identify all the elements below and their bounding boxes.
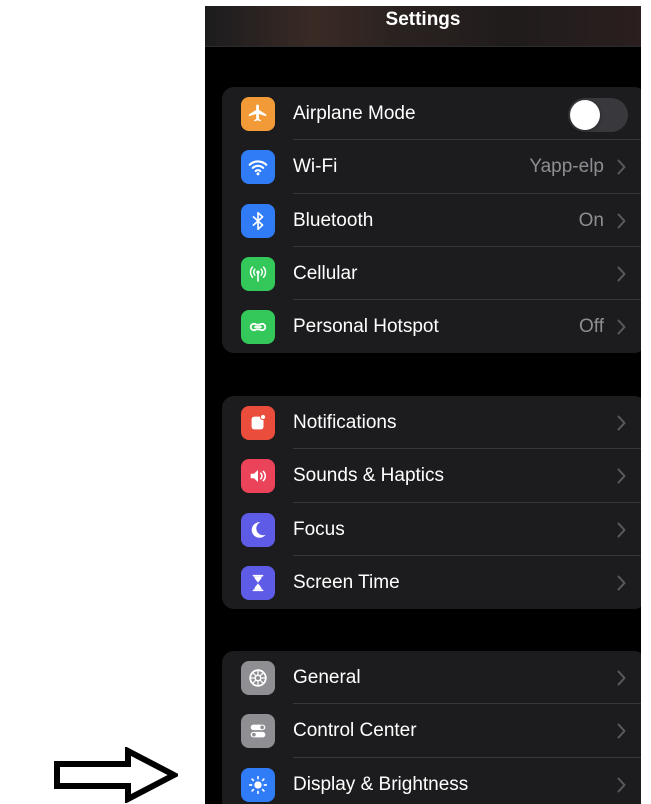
chevron-right-icon <box>617 159 626 175</box>
page-title: Settings <box>385 9 461 30</box>
sun-icon <box>241 767 275 802</box>
settings-row-screen-time[interactable]: Screen Time <box>222 556 641 609</box>
chevron-right-icon <box>617 777 626 793</box>
settings-row-general[interactable]: General <box>222 651 641 705</box>
settings-row-display-brightness[interactable]: Display & Brightness <box>222 758 641 804</box>
hourglass-icon <box>241 565 275 600</box>
connectivity-group: Airplane Mode Wi-Fi Yapp-elp Bluetooth O… <box>222 87 641 353</box>
settings-row-notifications[interactable]: Notifications <box>222 396 641 450</box>
bluetooth-status-value: On <box>578 209 604 231</box>
settings-row-control-center[interactable]: Control Center <box>222 704 641 758</box>
row-label: Display & Brightness <box>293 773 469 795</box>
settings-screen: Settings Airplane Mode Wi-Fi Yapp-elp Bl… <box>205 6 641 804</box>
chevron-right-icon <box>617 670 626 686</box>
row-label: Screen Time <box>293 571 400 593</box>
bluetooth-icon <box>241 203 275 238</box>
hotspot-status-value: Off <box>579 316 604 338</box>
notifications-group: Notifications Sounds & Haptics Focus Scr… <box>222 396 641 609</box>
cellular-icon <box>241 256 275 291</box>
wifi-icon <box>241 150 275 185</box>
row-label: Personal Hotspot <box>293 316 439 338</box>
settings-row-airplane-mode[interactable]: Airplane Mode <box>222 87 641 141</box>
chevron-right-icon <box>617 213 626 229</box>
sounds-icon <box>241 459 275 494</box>
toggles-icon <box>241 714 275 749</box>
chevron-right-icon <box>617 723 626 739</box>
settings-row-cellular[interactable]: Cellular <box>222 247 641 301</box>
settings-row-personal-hotspot[interactable]: Personal Hotspot Off <box>222 300 641 353</box>
settings-row-sounds-haptics[interactable]: Sounds & Haptics <box>222 449 641 503</box>
row-label: Focus <box>293 518 345 540</box>
gear-icon <box>241 661 275 695</box>
navigation-bar: Settings <box>205 6 641 47</box>
left-blank-area <box>0 0 205 804</box>
toggle-knob <box>570 100 600 130</box>
chevron-right-icon <box>617 522 626 538</box>
row-label: Sounds & Haptics <box>293 465 445 487</box>
general-group: General Control Center Display & Brightn… <box>222 651 641 804</box>
row-label: Airplane Mode <box>293 103 416 124</box>
settings-row-bluetooth[interactable]: Bluetooth On <box>222 194 641 247</box>
wifi-network-value: Yapp-elp <box>529 156 604 178</box>
settings-row-focus[interactable]: Focus <box>222 503 641 556</box>
chevron-right-icon <box>617 575 626 591</box>
settings-row-wifi[interactable]: Wi-Fi Yapp-elp <box>222 140 641 194</box>
row-label: General <box>293 667 361 688</box>
chevron-right-icon <box>617 266 626 282</box>
chevron-right-icon <box>617 415 626 431</box>
row-label: Wi-Fi <box>293 156 338 178</box>
row-label: Bluetooth <box>293 209 374 231</box>
airplane-mode-toggle[interactable] <box>568 98 628 132</box>
chevron-right-icon <box>617 468 626 484</box>
airplane-icon <box>241 97 275 131</box>
row-label: Cellular <box>293 262 358 284</box>
right-margin <box>641 0 651 804</box>
row-label: Control Center <box>293 720 417 742</box>
moon-icon <box>241 512 275 547</box>
notifications-icon <box>241 406 275 440</box>
hotspot-icon <box>241 310 275 345</box>
pointer-arrow-icon <box>54 747 178 803</box>
chevron-right-icon <box>617 319 626 335</box>
row-label: Notifications <box>293 412 397 433</box>
